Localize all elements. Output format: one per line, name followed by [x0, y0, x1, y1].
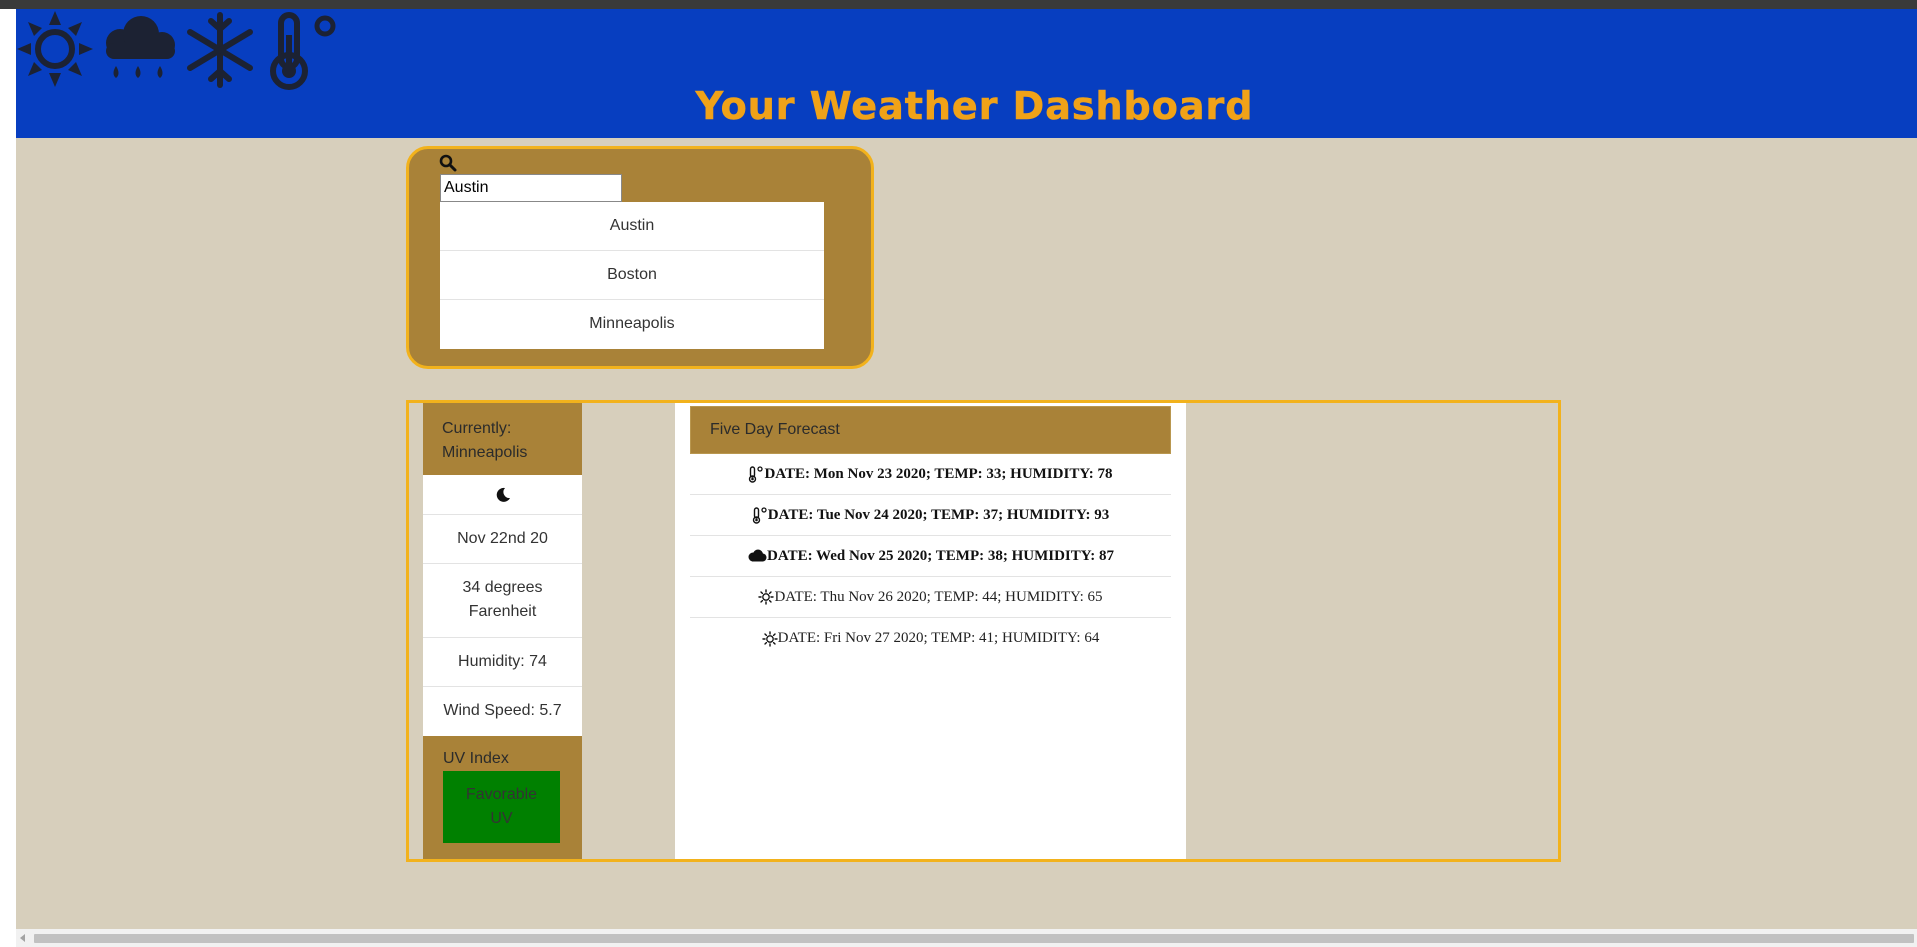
browser-top-strip	[0, 0, 1917, 9]
city-item-minneapolis[interactable]: Minneapolis	[440, 300, 824, 349]
cloud-icon	[747, 549, 767, 563]
uv-index-badge: Favorable UV	[443, 771, 560, 843]
uv-badge-line2: UV	[490, 810, 513, 827]
city-item-austin[interactable]: Austin	[440, 202, 824, 251]
thermometer-degree-icon	[270, 12, 336, 90]
city-item-boston[interactable]: Boston	[440, 251, 824, 300]
forecast-text: DATE: Tue Nov 24 2020; TEMP: 37; HUMIDIT…	[767, 506, 1110, 523]
current-date: Nov 22nd 20	[423, 515, 582, 564]
forecast-text: DATE: Wed Nov 25 2020; TEMP: 38; HUMIDIT…	[767, 547, 1114, 564]
weather-icons-logo	[17, 11, 336, 90]
rain-cloud-icon	[106, 16, 175, 78]
forecast-text: DATE: Fri Nov 27 2020; TEMP: 41; HUMIDIT…	[777, 630, 1100, 646]
forecast-item: DATE: Tue Nov 24 2020; TEMP: 37; HUMIDIT…	[690, 495, 1171, 536]
uv-index-panel: UV Index Favorable UV	[423, 736, 582, 859]
forecast-text: DATE: Thu Nov 26 2020; TEMP: 44; HUMIDIT…	[774, 588, 1103, 605]
forecast-item: DATE: Fri Nov 27 2020; TEMP: 41; HUMIDIT…	[690, 618, 1171, 659]
snowflake-icon	[187, 12, 253, 88]
search-icon[interactable]	[439, 154, 457, 172]
forecast-list: DATE: Mon Nov 23 2020; TEMP: 33; HUMIDIT…	[690, 454, 1171, 659]
page-title: Your Weather Dashboard	[695, 84, 1254, 128]
current-humidity: Humidity: 74	[423, 638, 582, 687]
current-temperature: 34 degrees Farenheit	[423, 564, 582, 638]
current-label: Currently:	[442, 420, 512, 437]
forecast-item: DATE: Mon Nov 23 2020; TEMP: 33; HUMIDIT…	[690, 454, 1171, 495]
uv-badge-line1: Favorable	[465, 786, 538, 803]
search-panel: Austin Boston Minneapolis	[406, 146, 874, 369]
current-weather-card: Currently: Minneapolis Nov 22nd 20 34 de…	[423, 403, 582, 859]
forecast-item: DATE: Thu Nov 26 2020; TEMP: 44; HUMIDIT…	[690, 577, 1171, 618]
scrollbar-thumb[interactable]	[34, 934, 1914, 943]
uv-index-label: UV Index	[443, 750, 509, 767]
current-weather-header: Currently: Minneapolis	[423, 403, 582, 475]
current-temp-unit: Farenheit	[468, 603, 537, 620]
forecast-item: DATE: Wed Nov 25 2020; TEMP: 38; HUMIDIT…	[690, 536, 1171, 577]
search-input[interactable]	[440, 174, 622, 202]
current-temp-value: 34 degrees	[462, 579, 543, 596]
current-icon-row	[423, 475, 582, 515]
current-wind-speed: Wind Speed: 5.7	[443, 702, 562, 719]
thermometer-degree-icon	[752, 506, 768, 524]
page: Your Weather Dashboard Austin Boston Min…	[16, 9, 1917, 929]
forecast-text: DATE: Mon Nov 23 2020; TEMP: 33; HUMIDIT…	[764, 465, 1113, 482]
sun-icon	[17, 11, 93, 87]
thermometer-degree-icon	[748, 465, 764, 483]
weather-results-panel: Currently: Minneapolis Nov 22nd 20 34 de…	[406, 400, 1561, 862]
sun-outline-icon	[758, 589, 775, 605]
moon-icon	[496, 487, 510, 502]
horizontal-scrollbar[interactable]	[16, 929, 1917, 947]
scroll-left-arrow-icon[interactable]	[16, 929, 30, 947]
forecast-header: Five Day Forecast	[690, 406, 1171, 454]
current-city: Minneapolis	[442, 444, 528, 461]
sun-outline-icon	[761, 630, 778, 647]
city-list: Austin Boston Minneapolis	[440, 202, 824, 349]
header: Your Weather Dashboard	[16, 9, 1917, 138]
five-day-forecast-card: Five Day Forecast DATE: Mon Nov 23 2020;…	[675, 403, 1186, 859]
